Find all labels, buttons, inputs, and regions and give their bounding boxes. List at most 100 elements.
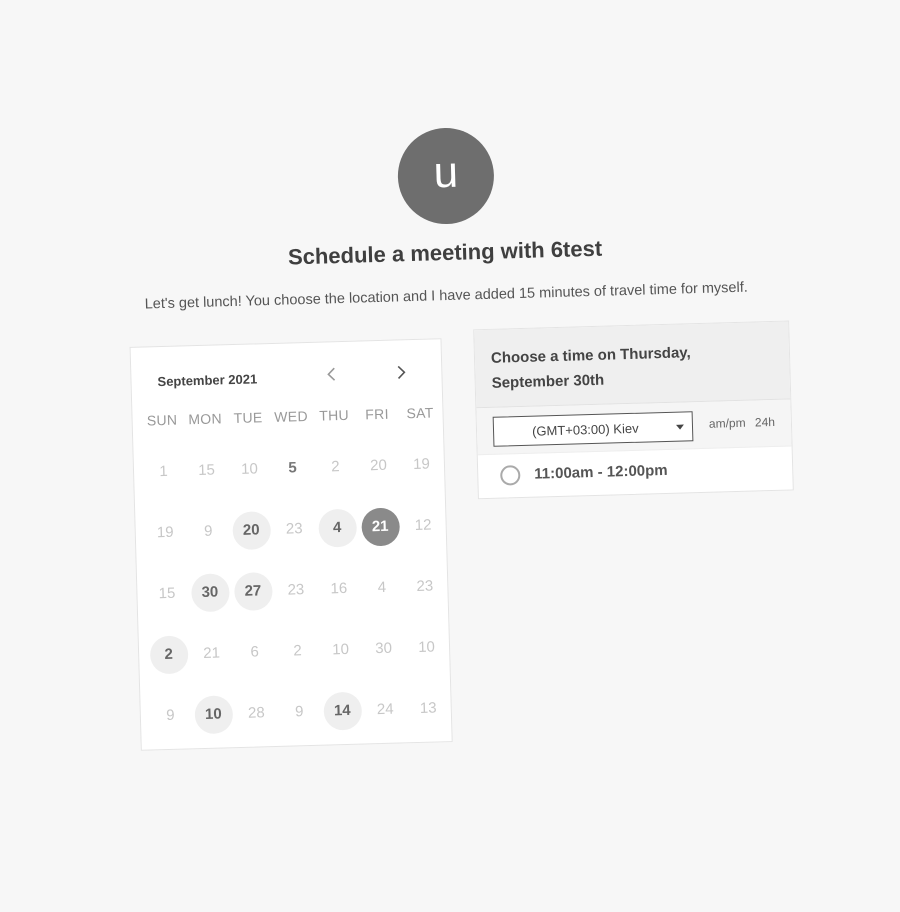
month-label: September 2021 bbox=[157, 371, 258, 390]
weekday-label: SAT bbox=[406, 404, 434, 422]
day-grid: 1 15 10 5 2 20 19 19 9 20 23 4 21 12 15 30 27 23 16 4 23 2 21 6… bbox=[133, 433, 451, 747]
day-cell-available[interactable]: 4 bbox=[315, 497, 360, 559]
day-cell: 23 bbox=[403, 555, 448, 617]
day-number: 24 bbox=[376, 700, 394, 719]
weekday-label: THU bbox=[318, 406, 350, 424]
day-number: 20 bbox=[369, 456, 388, 475]
day-cell: 28 bbox=[234, 682, 279, 744]
avatar: u bbox=[396, 126, 496, 226]
caret-down-icon bbox=[675, 424, 684, 430]
day-number: 30 bbox=[190, 572, 230, 612]
day-cell: 2 bbox=[275, 620, 320, 682]
page-title: Schedule a meeting with 6test bbox=[287, 235, 603, 270]
day-cell: 23 bbox=[274, 559, 319, 621]
day-cell: 15 bbox=[145, 562, 190, 624]
day-cell-available[interactable]: 27 bbox=[231, 560, 276, 622]
format-24h-option[interactable]: 24h bbox=[755, 415, 775, 430]
weekday-label: SUN bbox=[146, 411, 178, 429]
day-number: 23 bbox=[285, 520, 303, 538]
day-cell-available[interactable]: 2 bbox=[146, 623, 191, 685]
timezone-select[interactable]: (GMT+03:00) Kiev bbox=[492, 411, 694, 447]
day-number: 19 bbox=[156, 523, 174, 542]
radio-icon[interactable] bbox=[500, 465, 521, 486]
day-number: 15 bbox=[197, 461, 216, 480]
time-panel: Choose a time on Thursday, September 30t… bbox=[473, 320, 794, 500]
day-cell: 19 bbox=[143, 501, 188, 563]
weekday-label: FRI bbox=[365, 405, 389, 423]
scheduling-page: u Schedule a meeting with 6test Let's ge… bbox=[0, 0, 900, 912]
page-subtitle: Let's get lunch! You choose the location… bbox=[144, 279, 749, 313]
day-number: 12 bbox=[414, 516, 432, 535]
day-number: 2 bbox=[293, 642, 303, 660]
day-cell: 16 bbox=[317, 558, 362, 620]
day-number: 16 bbox=[330, 579, 348, 598]
calendar: September 2021 SUN MON TUE WED THU FRI SAT 1 15… bbox=[129, 338, 453, 751]
chevron-right-icon bbox=[397, 365, 406, 379]
day-number: 13 bbox=[419, 699, 437, 717]
time-format-toggle: am/pm 24h bbox=[709, 415, 781, 431]
day-cell: 20 bbox=[356, 434, 401, 496]
day-number: 1 bbox=[159, 462, 168, 481]
day-number: 21 bbox=[203, 644, 221, 662]
day-cell: 19 bbox=[399, 433, 444, 495]
day-number: 27 bbox=[233, 571, 273, 611]
day-cell: 21 bbox=[189, 622, 234, 684]
time-slot[interactable]: 11:00am - 12:00pm bbox=[478, 446, 793, 499]
day-cell: 10 bbox=[227, 438, 272, 500]
day-number: 23 bbox=[416, 577, 434, 595]
day-cell-selected[interactable]: 21 bbox=[358, 495, 403, 557]
day-number: 30 bbox=[374, 639, 393, 658]
day-cell: 23 bbox=[272, 498, 317, 560]
day-cell: 15 bbox=[184, 439, 229, 501]
day-cell: 5 bbox=[270, 437, 315, 499]
day-number: 28 bbox=[247, 704, 265, 722]
day-number: 9 bbox=[294, 703, 304, 721]
format-ampm-option[interactable]: am/pm bbox=[709, 416, 746, 431]
weekday-label: WED bbox=[274, 407, 309, 425]
day-cell-available[interactable]: 10 bbox=[191, 683, 236, 745]
day-cell-available[interactable]: 20 bbox=[229, 499, 274, 561]
day-cell: 10 bbox=[318, 619, 363, 681]
calendar-header: September 2021 bbox=[131, 339, 443, 410]
day-number: 14 bbox=[322, 691, 362, 731]
day-cell: 12 bbox=[401, 494, 446, 556]
day-number: 4 bbox=[377, 578, 387, 597]
day-cell: 24 bbox=[363, 678, 408, 740]
time-panel-heading: Choose a time on Thursday, September 30t… bbox=[474, 321, 791, 409]
day-cell: 9 bbox=[186, 500, 231, 562]
day-cell: 1 bbox=[141, 440, 186, 502]
day-cell: 9 bbox=[148, 684, 193, 746]
chevron-left-icon bbox=[327, 367, 336, 381]
day-number: 9 bbox=[165, 706, 175, 725]
time-slot-label: 11:00am - 12:00pm bbox=[534, 461, 668, 483]
day-number: 21 bbox=[360, 506, 400, 547]
day-cell: 4 bbox=[360, 556, 405, 618]
next-month-button[interactable] bbox=[389, 360, 414, 385]
day-number: 6 bbox=[250, 643, 260, 661]
day-number: 2 bbox=[331, 458, 340, 476]
day-number: 19 bbox=[412, 455, 431, 474]
day-number: 10 bbox=[332, 640, 350, 659]
day-number: 4 bbox=[317, 508, 357, 548]
day-number: 9 bbox=[203, 522, 213, 540]
timezone-value: (GMT+03:00) Kiev bbox=[531, 420, 639, 439]
prev-month-button[interactable] bbox=[319, 362, 344, 387]
day-number: 5 bbox=[288, 459, 297, 477]
day-cell: 13 bbox=[406, 677, 451, 739]
time-slot-list: 11:00am - 12:00pm bbox=[478, 446, 793, 499]
day-cell: 2 bbox=[313, 436, 358, 498]
day-cell: 30 bbox=[361, 617, 406, 679]
day-number: 2 bbox=[149, 634, 189, 674]
day-number: 10 bbox=[240, 460, 259, 478]
day-cell: 9 bbox=[277, 681, 322, 743]
day-number: 20 bbox=[231, 510, 271, 550]
day-number: 10 bbox=[193, 694, 233, 734]
weekday-label: TUE bbox=[233, 409, 263, 427]
day-number: 10 bbox=[417, 638, 436, 656]
weekday-label: MON bbox=[188, 410, 223, 428]
day-cell: 10 bbox=[404, 616, 449, 678]
day-number: 23 bbox=[287, 581, 305, 599]
day-cell-available[interactable]: 30 bbox=[188, 561, 233, 623]
day-cell: 6 bbox=[232, 621, 277, 683]
day-cell-available[interactable]: 14 bbox=[320, 680, 365, 742]
